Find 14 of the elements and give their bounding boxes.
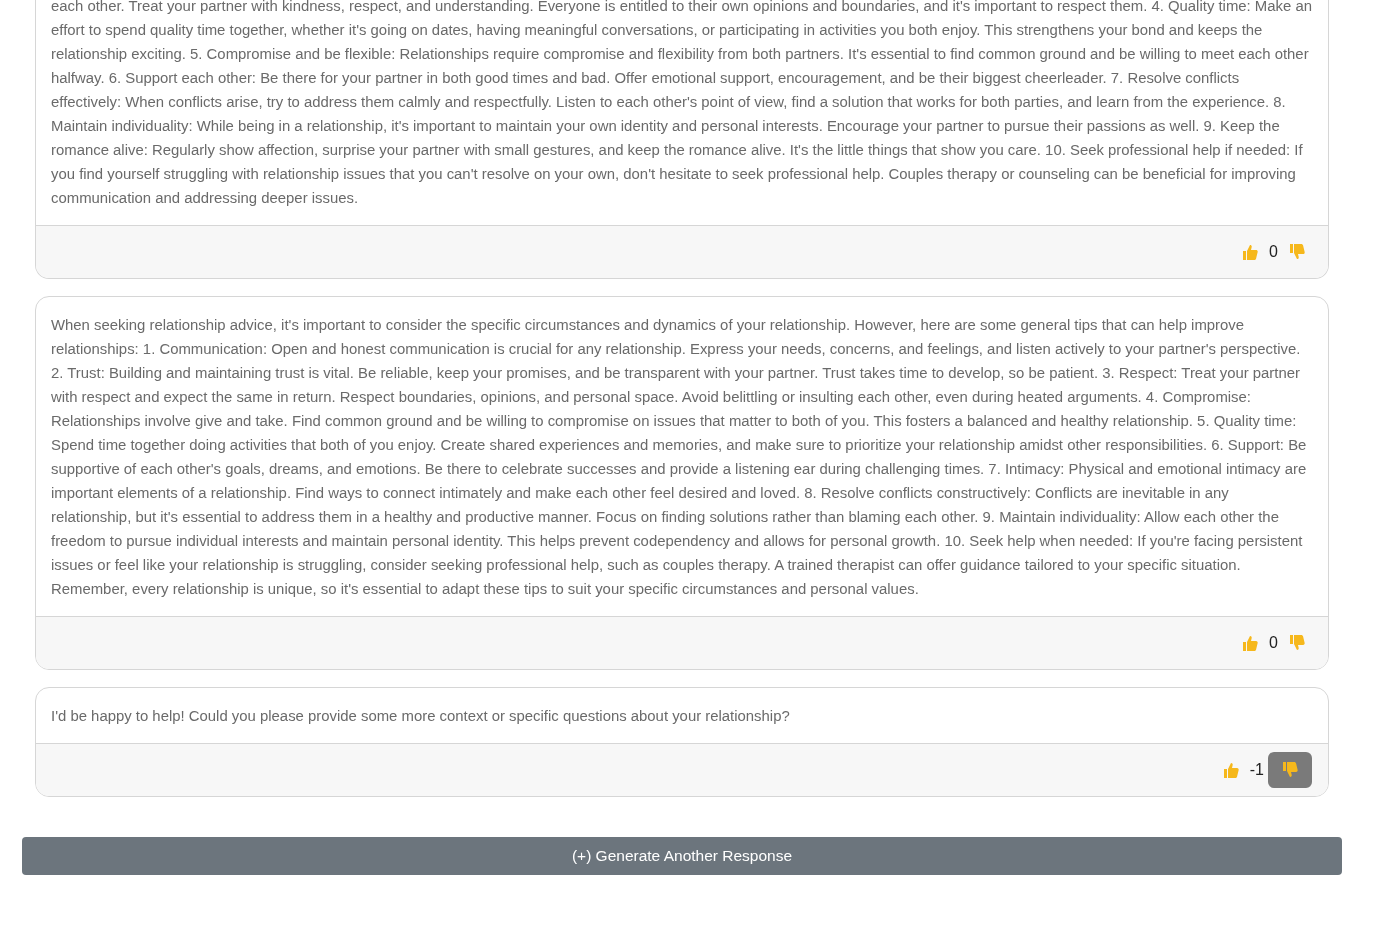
response-text: each other. Treat your partner with kindness, respect, and understanding. Everyone is entitled to their own opinions and boundaries, and it's important to respect them. 4. Quality time: Make an effort to spend quality time together, whether it's going on dates, having meaningful conversations, or participating in activities you both enjoy. This strengthens your bond and keeps the relationship exciting. 5. Compromise and be flexible: Relationships require compromise and flexibility from both partners. It's essential to find common ground and be willing to meet each other halfway. 6. Support each other: Be there for your partner in both good times and bad. Offer emotional support, encouragement, and be their biggest cheerleader. 7. Resolve conflicts effectively: When conflicts arise, try to address them calmly and respectfully. Listen to each other's point of view, find a solution that works for both parties, and learn from the experience. 8. Maintain individuality: While being in a relationship, it's important to maintain your own identity and personal interests. Encourage your partner to pursue their passions as well. 9. Keep the romance alive: Regularly show affection, surprise your partner with small gestures, and keep the romance alive. It's the little things that show you care. 10. Seek professional help if needed: If you find yourself struggling with relationship issues that you can't resolve on your own, don't hesitate to seek professional help. Couples therapy or counseling can be beneficial for improving communication and addressing deeper issues. xyxy=(50,0,1313,208)
vote-count: 0 xyxy=(1269,243,1278,261)
vote-count: 0 xyxy=(1269,634,1278,652)
generate-response-button[interactable]: (+) Generate Another Response xyxy=(22,837,1342,875)
response-text: I'd be happy to help! Could you please provide some more context or specific questions about your relationship? xyxy=(50,707,791,726)
thumbs-up-icon xyxy=(1221,761,1240,779)
thumbs-up-icon xyxy=(1241,243,1260,261)
vote-count: -1 xyxy=(1249,761,1264,779)
thumbs-down-icon xyxy=(1288,243,1306,261)
downvote-button[interactable] xyxy=(1268,752,1312,788)
thumbs-down-icon xyxy=(1281,761,1299,779)
response-text: When seeking relationship advice, it's important to consider the specific circumstances and dynamics of your relationship. However, here are some general tips that can help improve relationships: 1. Communication: Open and honest communication is crucial for any relationship. Express your needs, concerns, and feelings, and listen actively to your partner's perspective. 2. Trust: Building and maintaining trust is vital. Be reliable, keep your promises, and be transparent with your partner. Trust takes time to develop, so be patient. 3. Respect: Treat your partner with respect and expect the same in return. Respect boundaries, opinions, and personal space. Avoid belittling or insulting each other, even during heated arguments. 4. Compromise: Relationships involve give and take. Find common ground and be willing to compromise on issues that matter to both of you. This fosters a balanced and healthy relationship. 5. Quality time: Spend time together doing activities that both of you enjoy. Create shared experiences and memories, and make sure to prioritize your relationship amidst other responsibilities. 6. Support: Be supportive of each other's goals, dreams, and emotions. Be there to celebrate successes and provide a listening ear during challenging times. 7. Intimacy: Physical and emotional intimacy are important elements of a relationship. Find ways to connect intimately and make each other feel desired and loved. 8. Resolve conflicts constructively: Conflicts are inevitable in any relationship, but it's essential to address them in a healthy and productive manner. Focus on finding solutions rather than blaming each other. 9. Maintain individuality: Allow each other the freedom to pursue individual interests and maintain personal identity. This helps prevent codependency and allows for personal growth. 10. Seek help when needed: If you're facing persistent issues or feel like your relationship is struggling, consider seeking professional help, such as couples therapy. A trained therapist can offer guidance tailored to your specific situation. Remember, every relationship is unique, so it's essential to adapt these tips to suit your specific circumstances and personal values. xyxy=(50,316,1308,599)
thumbs-up-icon xyxy=(1241,634,1260,652)
thumbs-down-icon xyxy=(1288,634,1306,652)
